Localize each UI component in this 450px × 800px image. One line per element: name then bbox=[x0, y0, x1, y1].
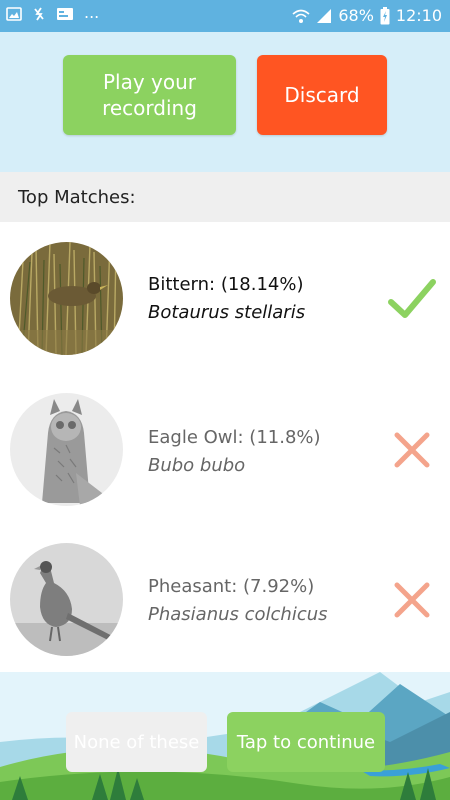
match-item-bittern[interactable]: Bittern: (18.14%) Botaurus stellaris bbox=[0, 242, 450, 372]
match-scientific-name: Bubo bubo bbox=[148, 455, 246, 476]
wifi-icon bbox=[292, 9, 310, 23]
match-scientific-name: Botaurus stellaris bbox=[148, 302, 306, 323]
match-item-pheasant[interactable]: Pheasant: (7.92%) Phasianus colchicus bbox=[0, 543, 450, 673]
play-recording-label-line2: recording bbox=[102, 96, 197, 120]
bittern-photo bbox=[10, 242, 123, 355]
status-bar: ... 68% 12:10 bbox=[0, 0, 450, 32]
battery-charging-icon bbox=[380, 6, 390, 24]
match-common-name: Bittern: (18.14%) bbox=[148, 274, 304, 295]
top-matches-title: Top Matches: bbox=[18, 187, 136, 208]
battery-percent: 68% bbox=[338, 6, 374, 25]
more-notifications: ... bbox=[84, 2, 100, 22]
card-icon bbox=[57, 8, 73, 20]
image-icon bbox=[6, 7, 22, 21]
status-left: ... bbox=[6, 2, 100, 22]
tap-to-continue-button[interactable]: Tap to continue bbox=[227, 712, 385, 772]
signal-icon bbox=[317, 8, 332, 23]
bottom-landscape: None of these Tap to continue bbox=[0, 672, 450, 800]
discard-label: Discard bbox=[284, 83, 360, 107]
clock: 12:10 bbox=[395, 6, 442, 25]
none-of-these-button[interactable]: None of these bbox=[66, 712, 207, 772]
check-icon bbox=[388, 279, 436, 318]
play-recording-button[interactable]: Play your recording bbox=[63, 55, 236, 135]
match-scientific-name: Phasianus colchicus bbox=[148, 604, 328, 625]
match-item-eagle-owl[interactable]: Eagle Owl: (11.8%) Bubo bubo bbox=[0, 393, 450, 523]
tap-to-continue-label: Tap to continue bbox=[236, 731, 376, 753]
top-matches-header: Top Matches: bbox=[0, 172, 450, 222]
play-recording-label: Play your recording bbox=[102, 69, 197, 121]
cross-icon bbox=[394, 582, 430, 618]
pheasant-photo bbox=[10, 543, 123, 656]
play-recording-label-line1: Play your bbox=[102, 70, 197, 94]
recording-actions-panel: Play your recording Discard bbox=[0, 32, 450, 172]
eagle-owl-photo bbox=[10, 393, 123, 506]
discard-button[interactable]: Discard bbox=[257, 55, 387, 135]
cross-icon bbox=[394, 432, 430, 468]
status-right: 68% 12:10 bbox=[292, 6, 442, 25]
match-common-name: Eagle Owl: (11.8%) bbox=[148, 427, 321, 448]
none-of-these-label: None of these bbox=[73, 731, 200, 753]
no-sound-icon bbox=[34, 7, 44, 21]
match-common-name: Pheasant: (7.92%) bbox=[148, 576, 315, 597]
